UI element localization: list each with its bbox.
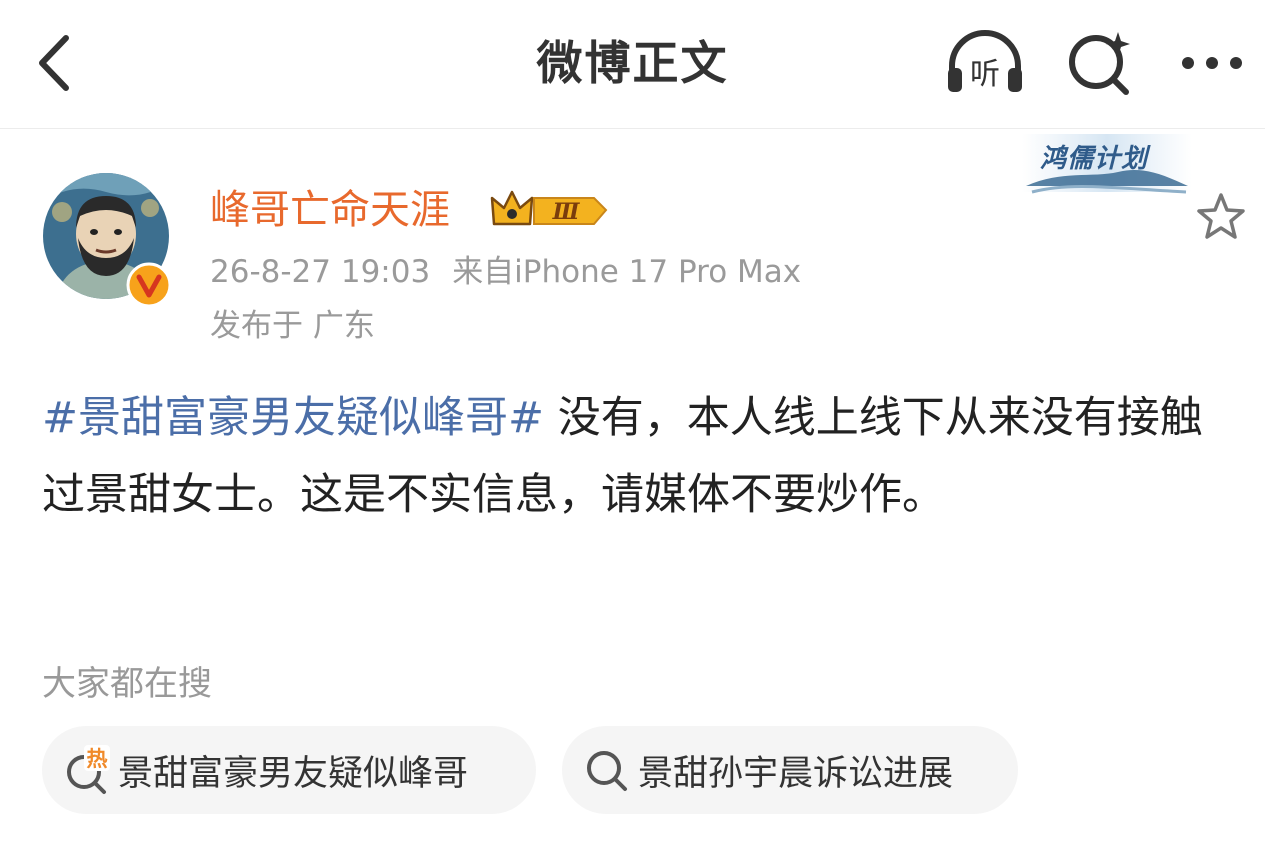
post-timestamp: 26-8-27 19:03 (210, 254, 431, 290)
search-sparkle-icon (1069, 32, 1130, 95)
listen-label: 听 (970, 57, 1000, 92)
search-icon (587, 751, 627, 791)
headphones-icon: 听 (948, 30, 1022, 92)
trending-search-chip[interactable]: 景甜孙宇晨诉讼进展 (562, 726, 1018, 814)
verified-v-icon (126, 262, 172, 308)
vip-level-label: Ⅲ (552, 199, 581, 225)
post-location: 发布于 广东 (210, 308, 375, 344)
favorite-button[interactable] (1194, 190, 1248, 244)
post-body: #景甜富豪男友疑似峰哥# 没有，本人线上线下从来没有接触过景甜女士。这是不实信息… (42, 380, 1242, 534)
crown-icon: Ⅲ (490, 190, 608, 226)
star-outline-icon (1197, 193, 1245, 239)
badge-text: 鸿儒计划 (1040, 144, 1149, 174)
hot-search-icon: 热 (67, 745, 110, 794)
author-name[interactable]: 峰哥亡命天涯 (210, 184, 450, 236)
back-button[interactable] (28, 30, 84, 96)
vip-level-badge[interactable]: Ⅲ (490, 186, 610, 234)
chevron-left-icon (39, 35, 69, 91)
search-button[interactable] (1062, 28, 1144, 98)
verified-badge (126, 262, 172, 308)
top-nav-bar: 微博正文 听 (0, 0, 1265, 129)
more-button[interactable] (1176, 28, 1258, 98)
more-dots-icon (1182, 57, 1242, 69)
listen-button[interactable]: 听 (944, 28, 1026, 98)
trending-search-label: 景甜孙宇晨诉讼进展 (638, 753, 954, 794)
hot-marker: 热 (87, 747, 108, 771)
honor-program-badge: 鸿儒计划 (1022, 134, 1192, 200)
post-meta: 26-8-27 19:03 来自iPhone 17 Pro Max (210, 252, 801, 292)
trending-search-title: 大家都在搜 (42, 664, 212, 704)
trending-search-label: 景甜富豪男友疑似峰哥 (118, 753, 469, 794)
post-hashtag[interactable]: #景甜富豪男友疑似峰哥# (42, 393, 544, 443)
post-source: 来自iPhone 17 Pro Max (452, 254, 802, 290)
trending-search-chip[interactable]: 热 景甜富豪男友疑似峰哥 (42, 726, 536, 814)
